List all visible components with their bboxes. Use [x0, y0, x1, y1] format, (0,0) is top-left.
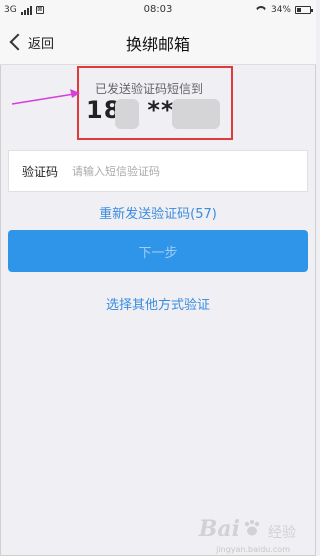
resend-code-link[interactable]: 重新发送验证码(57) [0, 203, 316, 222]
battery-fill [297, 8, 302, 12]
wifi-icon [255, 6, 267, 15]
watermark-url: jingyan.baidu.com [216, 545, 290, 554]
watermark-suffix: 经验 [268, 525, 296, 541]
paw-icon [244, 519, 260, 536]
other-verification-method-link[interactable]: 选择其他方式验证 [0, 294, 316, 313]
code-label: 验证码 [22, 164, 59, 179]
status-right: 34% [255, 5, 313, 15]
baidu-jingyan-watermark: Bai 经验 [199, 516, 296, 542]
next-step-button[interactable]: 下一步 [8, 230, 308, 272]
verification-code-field: 验证码 [8, 150, 308, 192]
battery-icon [295, 6, 313, 14]
nav-bar: 返回 换绑邮箱 [0, 20, 316, 65]
highlight-box [77, 66, 233, 140]
battery-percent: 34% [270, 5, 291, 15]
verification-code-input[interactable] [70, 163, 307, 179]
watermark-logo-text: Bai [198, 516, 240, 542]
pointer-arrow-icon [11, 89, 80, 105]
status-bar: 3G ⊠ 08:03 34% [0, 0, 316, 20]
page-title: 换绑邮箱 [125, 35, 190, 54]
